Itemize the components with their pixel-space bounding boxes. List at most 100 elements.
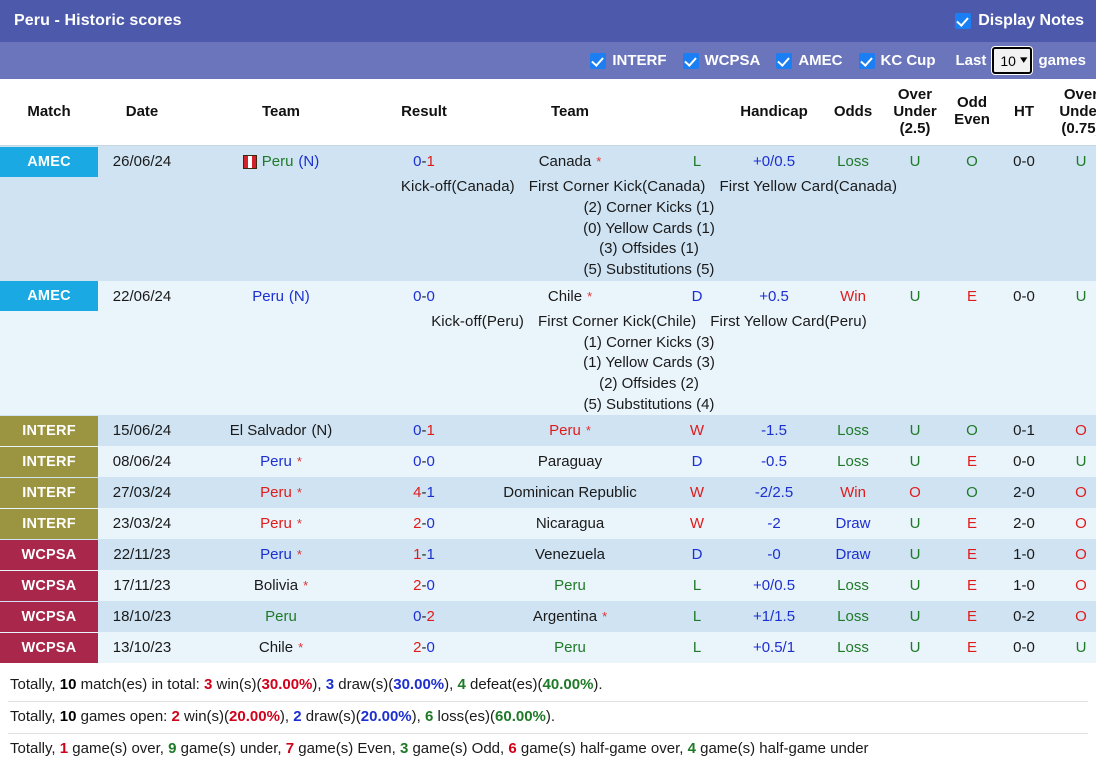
team-home[interactable]: Peru * [186, 508, 376, 539]
col-header-over-under-075[interactable]: Over Under (0.75) [1050, 79, 1096, 147]
team-away[interactable]: Peru * [472, 415, 668, 446]
team-away[interactable]: Dominican Republic [472, 477, 668, 508]
table-row[interactable]: INTERF 15/06/24 El Salvador (N) 0-1 Peru * W -1.… [0, 415, 1096, 447]
away-team-cell[interactable]: Peru [472, 570, 668, 602]
away-team-cell[interactable]: Chile * [472, 280, 668, 312]
team-away[interactable]: Nicaragua [472, 508, 668, 539]
away-team-cell[interactable]: Nicaragua [472, 508, 668, 540]
league-badge-cell[interactable]: WCPSA [0, 570, 98, 602]
away-team-cell[interactable]: Dominican Republic [472, 477, 668, 509]
league-badge-cell[interactable]: AMEC [0, 145, 98, 178]
col-header-team-away[interactable]: Team [472, 79, 668, 147]
filter-amec-checkbox[interactable] [776, 52, 793, 69]
team-home[interactable]: Peru (N) [186, 146, 376, 177]
table-row[interactable]: INTERF 08/06/24 Peru * 0-0 Paraguay D -0.5 Loss U… [0, 446, 1096, 478]
result-cell[interactable]: 0-0 [376, 280, 472, 312]
league-badge-cell[interactable]: INTERF [0, 415, 98, 447]
league-badge-cell[interactable]: INTERF [0, 477, 98, 509]
team-home[interactable]: Peru [186, 601, 376, 632]
home-team-cell[interactable]: Peru * [186, 477, 376, 509]
filter-wcpsa-checkbox[interactable] [682, 52, 699, 69]
result-cell[interactable]: 2-0 [376, 632, 472, 664]
display-notes-toggle[interactable]: Display Notes [955, 12, 1084, 30]
col-header-handicap[interactable]: Handicap [726, 79, 822, 147]
home-team-cell[interactable]: Peru (N) [186, 145, 376, 178]
home-team-cell[interactable]: Peru * [186, 446, 376, 478]
result-cell[interactable]: 0-2 [376, 601, 472, 633]
filter-kccup-checkbox[interactable] [858, 52, 875, 69]
table-row[interactable]: WCPSA 22/11/23 Peru * 1-1 Venezuela D -0 Draw U E 1… [0, 539, 1096, 571]
display-notes-checkbox[interactable] [955, 13, 972, 29]
col-header-odds[interactable]: Odds [822, 79, 884, 147]
result-cell[interactable]: 0-1 [376, 415, 472, 447]
league-badge-cell[interactable]: INTERF [0, 446, 98, 478]
team-home[interactable]: Peru * [186, 477, 376, 508]
table-row[interactable]: WCPSA 18/10/23 Peru 0-2 Argentina * L +1/1.5 Los… [0, 601, 1096, 633]
away-team-cell[interactable]: Argentina * [472, 601, 668, 633]
wdl-value: D [691, 546, 703, 564]
home-team-cell[interactable]: Peru (N) [186, 280, 376, 312]
col-header-ht[interactable]: HT [998, 79, 1050, 147]
ht-value: 1-0 [1013, 577, 1035, 595]
filter-interf-checkbox[interactable] [590, 52, 607, 69]
league-badge-cell[interactable]: INTERF [0, 508, 98, 540]
table-row[interactable]: AMEC 22/06/24 Peru (N) 0-0 Chile * D +0.5 Win U E 0-… [0, 280, 1096, 312]
filter-kccup[interactable]: KC Cup [858, 52, 936, 69]
filter-interf[interactable]: INTERF [590, 52, 667, 69]
team-away[interactable]: Argentina * [472, 601, 668, 632]
col-header-team-home[interactable]: Team [186, 79, 376, 147]
result-cell[interactable]: 2-0 [376, 570, 472, 602]
odds-value: Loss [837, 422, 869, 440]
result-cell[interactable]: 0-1 [376, 145, 472, 178]
table-row[interactable]: WCPSA 13/10/23 Chile * 2-0 Peru L +0.5/1 Loss U E 0… [0, 632, 1096, 664]
team-home[interactable]: Peru * [186, 539, 376, 570]
away-team-cell[interactable]: Paraguay [472, 446, 668, 478]
league-badge-cell[interactable]: WCPSA [0, 539, 98, 571]
team-away[interactable]: Peru [472, 570, 668, 601]
team-home[interactable]: El Salvador (N) [186, 415, 376, 446]
col-header-over-under-25[interactable]: Over Under (2.5) [884, 79, 946, 147]
table-row[interactable]: INTERF 23/03/24 Peru * 2-0 Nicaragua W -2 Draw U E… [0, 508, 1096, 540]
away-score: 0 [426, 515, 435, 533]
away-team-cell[interactable]: Peru [472, 632, 668, 664]
away-team-cell[interactable]: Venezuela [472, 539, 668, 571]
team-home[interactable]: Peru (N) [186, 281, 376, 312]
col-header-odd-even[interactable]: Odd Even [946, 79, 998, 147]
result-cell[interactable]: 1-1 [376, 539, 472, 571]
team-name: Peru [549, 422, 581, 440]
games-count-select[interactable]: 10 ▾ [992, 47, 1033, 74]
col-header-date[interactable]: Date [98, 79, 186, 147]
col-header-match[interactable]: Match [0, 79, 98, 147]
wdl-cell: L [668, 145, 726, 178]
team-away[interactable]: Peru [472, 632, 668, 663]
home-team-cell[interactable]: El Salvador (N) [186, 415, 376, 447]
result-cell[interactable]: 2-0 [376, 508, 472, 540]
team-away[interactable]: Paraguay [472, 446, 668, 477]
home-team-cell[interactable]: Peru * [186, 539, 376, 571]
team-home[interactable]: Bolivia * [186, 570, 376, 601]
table-row[interactable]: AMEC 26/06/24 Peru (N) 0-1 Canada * L +0/0.5 Loss… [0, 145, 1096, 178]
league-badge-cell[interactable]: WCPSA [0, 632, 98, 664]
team-away[interactable]: Venezuela [472, 539, 668, 570]
away-team-cell[interactable]: Peru * [472, 415, 668, 447]
table-row[interactable]: WCPSA 17/11/23 Bolivia * 2-0 Peru L +0/0.5 Loss U… [0, 570, 1096, 602]
team-home[interactable]: Chile * [186, 632, 376, 663]
home-team-cell[interactable]: Peru [186, 601, 376, 633]
col-header-result[interactable]: Result [376, 79, 472, 147]
result-cell[interactable]: 0-0 [376, 446, 472, 478]
away-team-cell[interactable]: Canada * [472, 145, 668, 178]
team-away[interactable]: Chile * [472, 281, 668, 312]
league-badge-cell[interactable]: WCPSA [0, 601, 98, 633]
filter-amec[interactable]: AMEC [776, 52, 843, 69]
over-under-25-cell: U [884, 539, 946, 571]
team-home[interactable]: Peru * [186, 446, 376, 477]
filter-wcpsa[interactable]: WCPSA [682, 52, 760, 69]
result-cell[interactable]: 4-1 [376, 477, 472, 509]
home-team-cell[interactable]: Bolivia * [186, 570, 376, 602]
home-team-cell[interactable]: Peru * [186, 508, 376, 540]
notes-headline-item: First Corner Kick(Chile) [538, 312, 697, 330]
league-badge-cell[interactable]: AMEC [0, 280, 98, 312]
team-away[interactable]: Canada * [472, 146, 668, 177]
home-team-cell[interactable]: Chile * [186, 632, 376, 664]
table-row[interactable]: INTERF 27/03/24 Peru * 4-1 Dominican Republic… [0, 477, 1096, 509]
